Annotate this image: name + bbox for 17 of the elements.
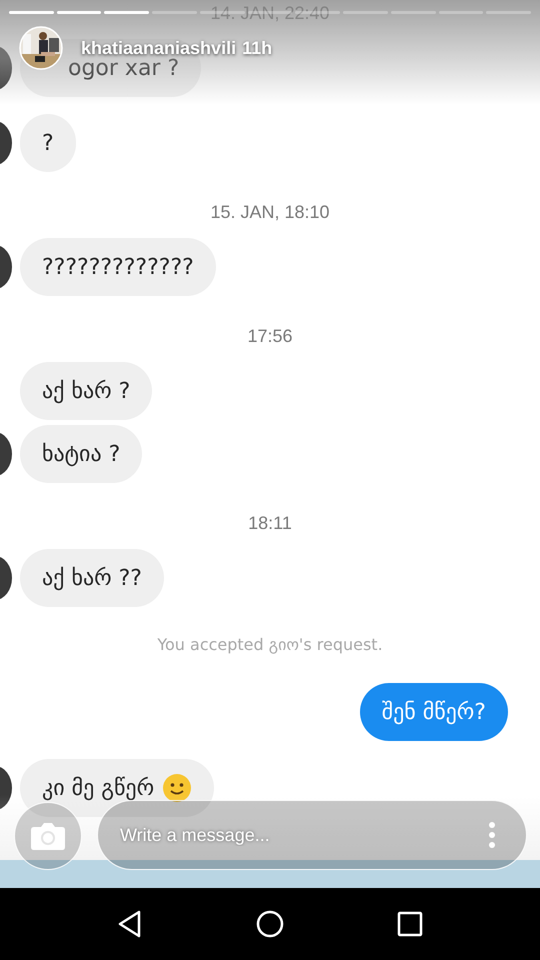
message-bubble: აქ ხარ ?	[20, 362, 152, 420]
message-bubble: შენ მწერ?	[360, 683, 508, 741]
recents-icon[interactable]	[395, 909, 425, 939]
username[interactable]: khatiaananiashvili	[81, 38, 236, 58]
message-bubble: ?	[20, 114, 76, 172]
camera-icon	[30, 821, 66, 851]
message-bubble: აქ ხარ ??	[20, 549, 164, 607]
timestamp: 18:11	[248, 513, 292, 533]
timestamp: 15. JAN, 18:10	[210, 202, 330, 222]
message-bubble: ?????????????	[20, 238, 216, 296]
system-notice: You accepted გიო's request.	[157, 635, 383, 655]
story-age: 11h	[242, 38, 272, 58]
message-bubble: კი მე გწერ	[20, 759, 214, 817]
message-bubble: ხატია ?	[20, 425, 142, 483]
message-input-field[interactable]: Write a message...	[97, 800, 527, 870]
timestamp: 17:56	[247, 326, 293, 346]
home-icon[interactable]	[255, 909, 285, 939]
